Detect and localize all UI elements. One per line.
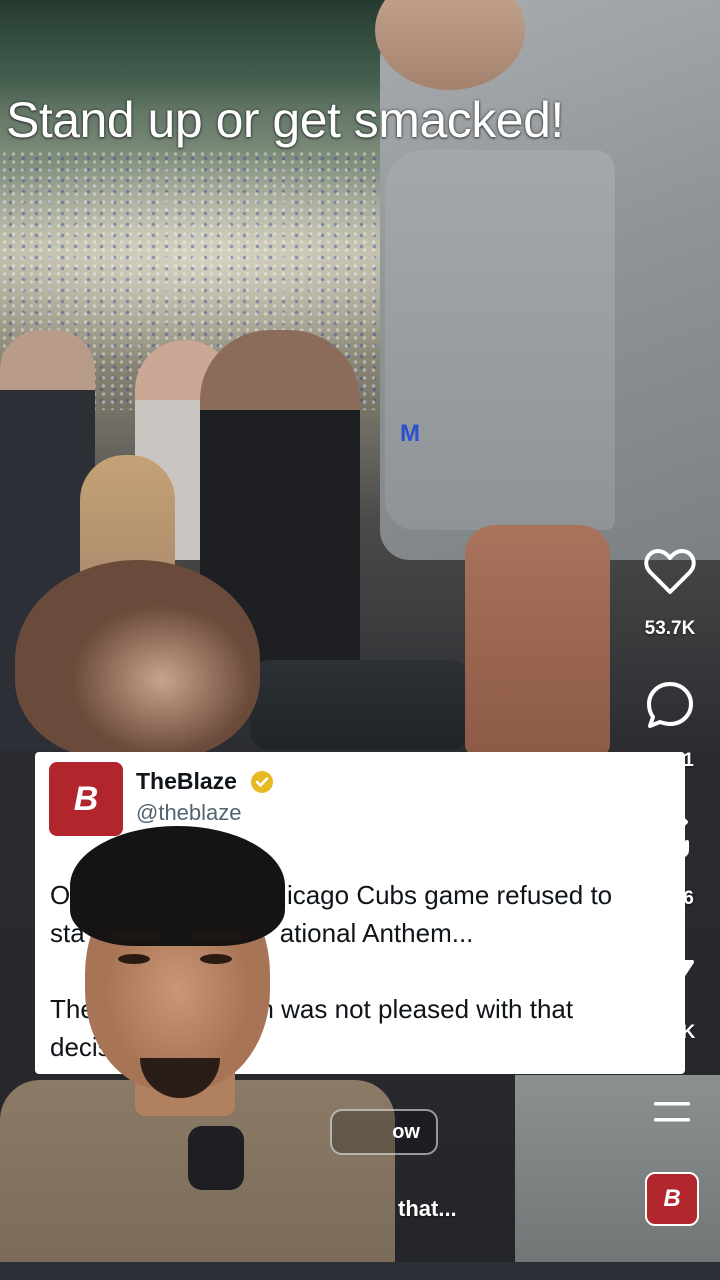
video-description[interactable]: that... [398,1196,457,1222]
stadium-seats [250,660,470,750]
shirt-logo-icon: M [400,420,420,447]
account-avatar[interactable]: B [645,1172,699,1226]
creator-brow [108,930,160,942]
follow-button[interactable]: ow [330,1109,438,1155]
menu-icon[interactable] [652,1100,692,1126]
creator-eye [118,954,150,964]
creator-brow [192,930,244,942]
lapel-mic [188,1126,244,1190]
gray-shirt-sleeve [385,150,615,530]
like-action[interactable]: 53.7K [620,548,720,640]
tweet-author-handle: @theblaze [136,800,242,825]
bottom-bar [0,1262,720,1280]
creator-hair [70,826,285,946]
like-count: 53.7K [644,618,696,639]
tweet-author-name: TheBlaze [136,768,237,794]
creator-webcam-overlay [0,826,400,1280]
heart-icon [644,549,696,594]
comment-icon [647,682,693,728]
theblaze-logo: B [49,762,123,836]
man-arm [465,525,610,755]
creator-eye [200,954,232,964]
seated-boy [15,560,260,760]
video-caption: Stand up or get smacked! [6,92,564,148]
verified-badge-icon [251,771,273,793]
